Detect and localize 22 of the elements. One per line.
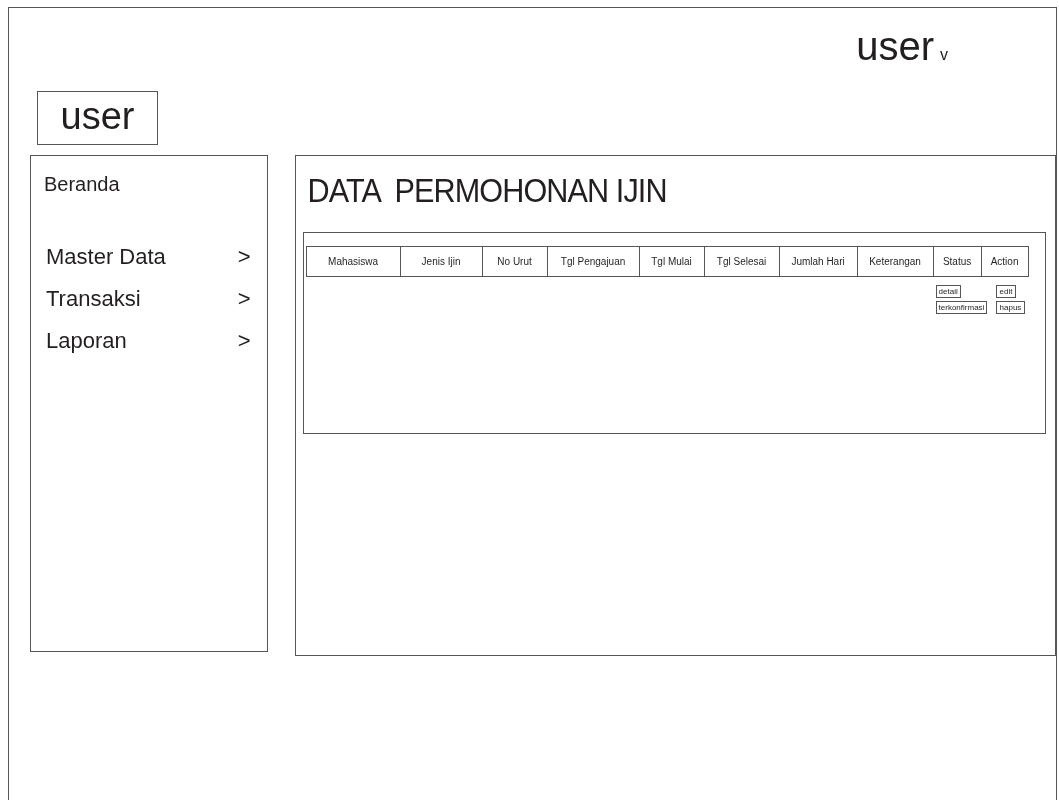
sidebar-item[interactable]: Transaksi > [44,284,251,312]
column-header: Keterangan [856,246,934,277]
action-button[interactable]: edit [995,285,1017,298]
column-header: Jenis Ijin [399,246,483,277]
caret-icon: v [940,47,948,63]
column-header: Jumlah Hari [778,246,858,277]
logo: user [37,91,158,145]
column-header: Tgl Pengajuan [546,246,640,277]
page-title: DATA PERMOHONAN IJIN [306,170,668,211]
column-header: Tgl Mulai [638,246,705,277]
column-header: Mahasiswa [305,246,401,277]
column-header: Tgl Selesai [703,246,780,277]
action-button[interactable]: hapus [995,301,1026,314]
status-button[interactable]: detail [935,285,961,298]
user-menu[interactable]: user v [856,26,948,91]
column-header: Status [932,246,982,277]
sidebar-item[interactable]: Master Data > [44,242,251,270]
sidebar-item[interactable]: Laporan > [44,326,251,354]
column-header: No Urut [481,246,548,277]
sidebar-item[interactable]: Beranda [44,172,251,196]
status-button[interactable]: terkonfirmasi [935,301,988,314]
column-header: Action [980,246,1029,277]
